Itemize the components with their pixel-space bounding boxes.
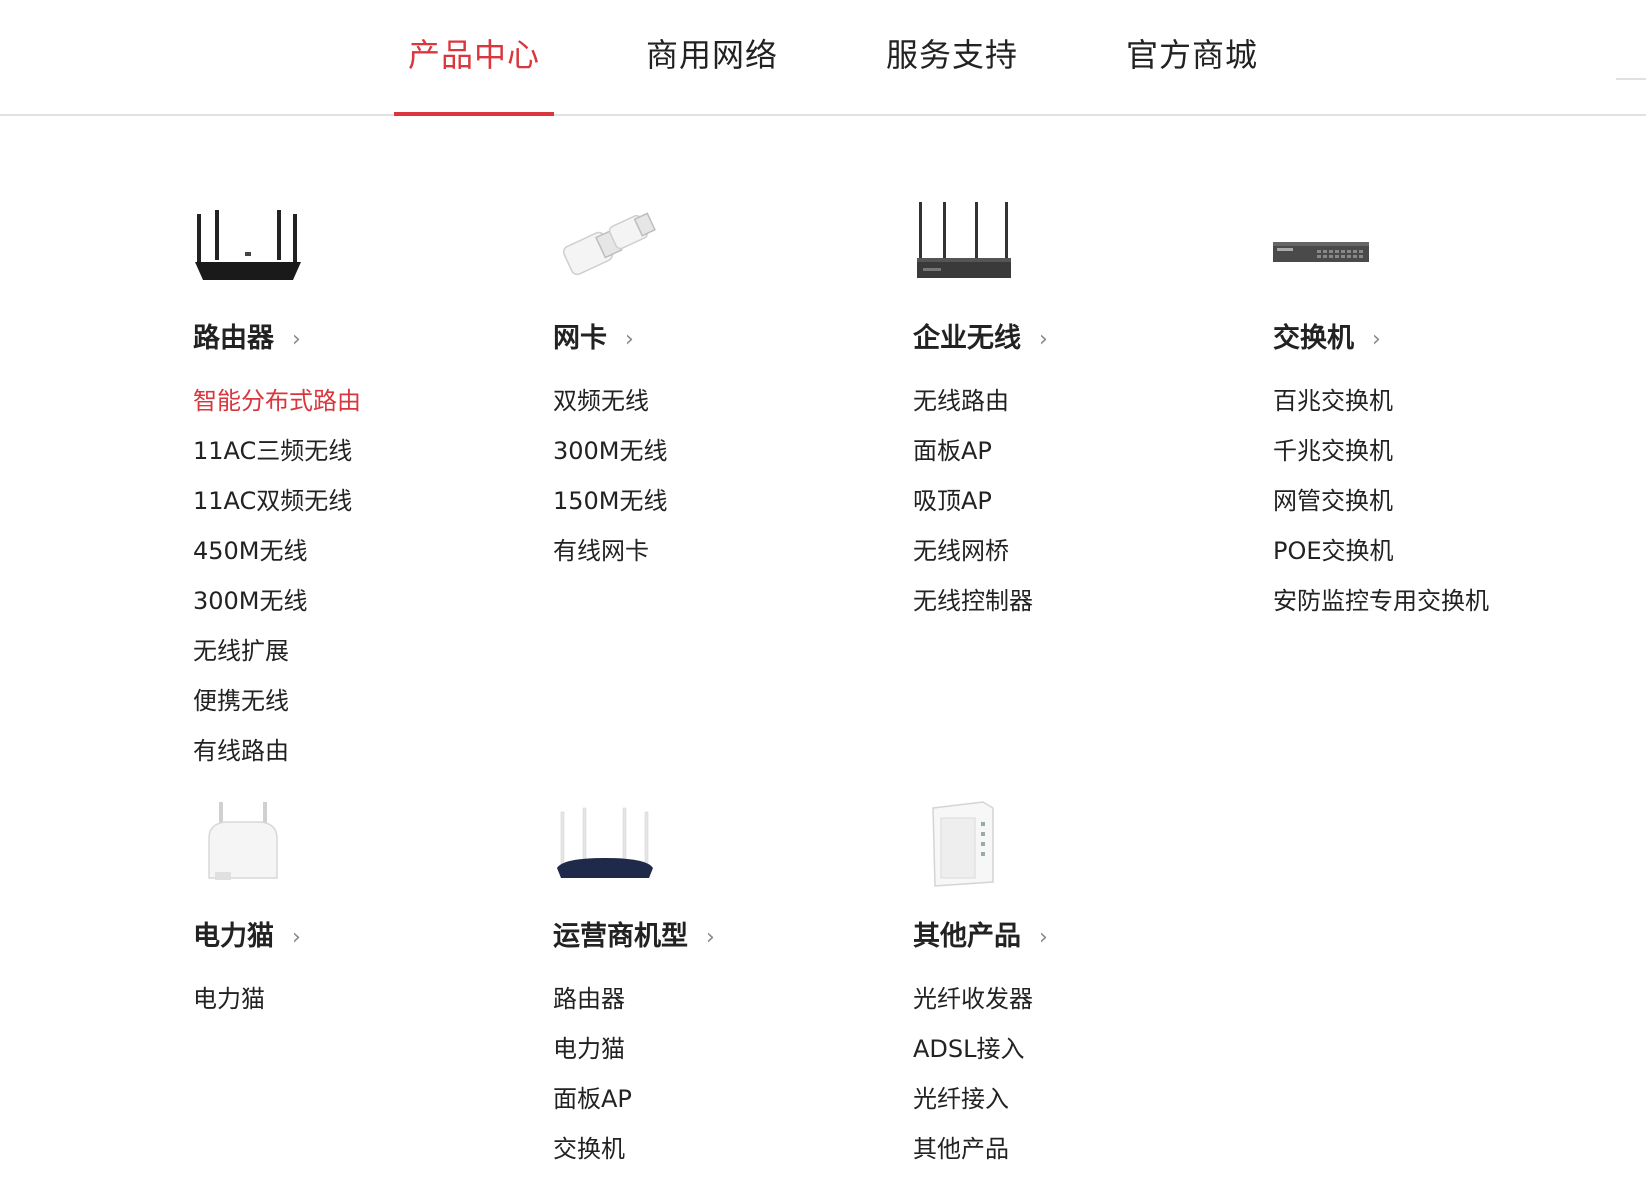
category-title-label: 路由器 (193, 323, 274, 354)
chevron-right-icon: › (1039, 925, 1048, 950)
fiber-converter-image[interactable] (913, 798, 1023, 888)
category-title-other-products[interactable]: 其他产品 › (913, 914, 1048, 953)
list-item[interactable]: 无线扩展 (193, 632, 361, 682)
carrier-router-image[interactable] (553, 798, 663, 888)
list-item[interactable]: 电力猫 (553, 1030, 632, 1080)
tab-service-support[interactable]: 服务支持 (872, 30, 1032, 116)
list-item[interactable]: 面板AP (913, 432, 1033, 482)
category-item-list: 光纤收发器 ADSL接入 光纤接入 其他产品 (913, 980, 1033, 1180)
category-item-list: 百兆交换机 千兆交换机 网管交换机 POE交换机 安防监控专用交换机 (1273, 382, 1489, 632)
category-item-list: 电力猫 (193, 980, 265, 1030)
list-item[interactable]: 便携无线 (193, 682, 361, 732)
powerline-adapter-image[interactable] (193, 798, 303, 888)
chevron-right-icon: › (706, 925, 715, 950)
list-item[interactable]: 千兆交换机 (1273, 432, 1489, 482)
active-tab-indicator (394, 112, 554, 116)
list-item[interactable]: POE交换机 (1273, 532, 1489, 582)
chevron-right-icon: › (292, 327, 301, 352)
category-title-carrier-models[interactable]: 运营商机型 › (553, 914, 715, 953)
list-item[interactable]: 无线网桥 (913, 532, 1033, 582)
router-image[interactable] (193, 200, 303, 290)
list-item[interactable]: 300M无线 (553, 432, 668, 482)
category-title-label: 电力猫 (193, 921, 274, 952)
list-item[interactable]: 无线路由 (913, 382, 1033, 432)
tab-official-store[interactable]: 官方商城 (1112, 30, 1272, 116)
list-item[interactable]: 双频无线 (553, 382, 668, 432)
list-item[interactable]: 无线控制器 (913, 582, 1033, 632)
list-item[interactable]: 光纤接入 (913, 1080, 1033, 1130)
tab-product-center[interactable]: 产品中心 (394, 30, 554, 116)
chevron-right-icon: › (292, 925, 301, 950)
category-title-powerline[interactable]: 电力猫 › (193, 914, 301, 953)
category-item-list: 双频无线 300M无线 150M无线 有线网卡 (553, 382, 668, 582)
list-item[interactable]: 150M无线 (553, 482, 668, 532)
list-item[interactable]: 路由器 (553, 980, 632, 1030)
chevron-right-icon: › (1372, 327, 1381, 352)
enterprise-router-image[interactable] (913, 200, 1023, 290)
list-item[interactable]: 吸顶AP (913, 482, 1033, 532)
list-item[interactable]: 300M无线 (193, 582, 361, 632)
chevron-right-icon: › (1039, 327, 1048, 352)
switch-image[interactable] (1273, 200, 1383, 290)
category-title-router[interactable]: 路由器 › (193, 316, 301, 355)
list-item[interactable]: 交换机 (553, 1130, 632, 1180)
category-title-network-card[interactable]: 网卡 › (553, 316, 634, 355)
category-item-list: 智能分布式路由 11AC三频无线 11AC双频无线 450M无线 300M无线 … (193, 382, 361, 782)
category-title-label: 交换机 (1273, 323, 1354, 354)
top-nav: 产品中心 商用网络 服务支持 官方商城 (0, 0, 1646, 116)
category-title-label: 运营商机型 (553, 921, 688, 952)
nav-edge-line (1616, 78, 1646, 80)
list-item[interactable]: 安防监控专用交换机 (1273, 582, 1489, 632)
list-item[interactable]: 11AC双频无线 (193, 482, 361, 532)
list-item[interactable]: 智能分布式路由 (193, 382, 361, 432)
list-item[interactable]: 光纤收发器 (913, 980, 1033, 1030)
tab-commercial-network[interactable]: 商用网络 (632, 30, 792, 116)
list-item[interactable]: 面板AP (553, 1080, 632, 1130)
category-title-label: 其他产品 (913, 921, 1021, 952)
list-item[interactable]: 其他产品 (913, 1130, 1033, 1180)
list-item[interactable]: 450M无线 (193, 532, 361, 582)
list-item[interactable]: 网管交换机 (1273, 482, 1489, 532)
list-item[interactable]: 电力猫 (193, 980, 265, 1030)
category-title-enterprise-wireless[interactable]: 企业无线 › (913, 316, 1048, 355)
list-item[interactable]: 11AC三频无线 (193, 432, 361, 482)
list-item[interactable]: 百兆交换机 (1273, 382, 1489, 432)
category-item-list: 路由器 电力猫 面板AP 交换机 (553, 980, 632, 1180)
list-item[interactable]: 有线网卡 (553, 532, 668, 582)
category-title-switch[interactable]: 交换机 › (1273, 316, 1381, 355)
list-item[interactable]: 有线路由 (193, 732, 361, 782)
category-title-label: 企业无线 (913, 323, 1021, 354)
category-title-label: 网卡 (553, 323, 607, 354)
usb-adapter-image[interactable] (553, 200, 663, 290)
list-item[interactable]: ADSL接入 (913, 1030, 1033, 1080)
category-item-list: 无线路由 面板AP 吸顶AP 无线网桥 无线控制器 (913, 382, 1033, 632)
chevron-right-icon: › (625, 327, 634, 352)
